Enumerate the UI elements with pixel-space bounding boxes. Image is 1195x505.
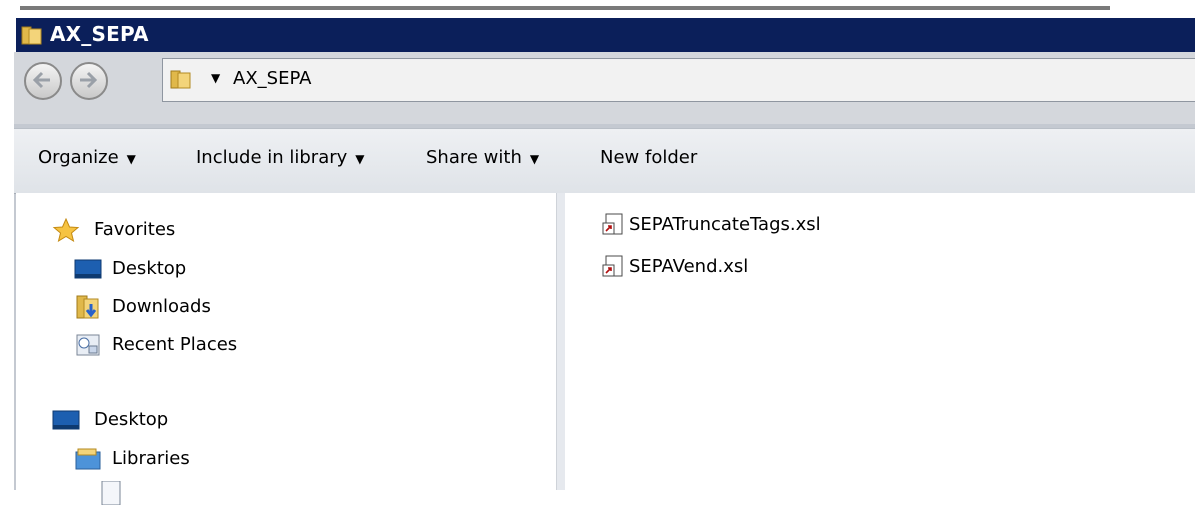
downloads-folder-icon [76,295,99,319]
share-with-label: Share with [426,147,522,168]
arrow-right-icon [80,71,98,89]
file-name: SEPAVend.xsl [629,256,749,277]
star-icon [52,218,80,242]
address-bar[interactable]: ▼ AX_SEPA [162,58,1195,102]
file-name: SEPATruncateTags.xsl [629,214,821,235]
file-list: SEPATruncateTags.xsl SEPAVend.xsl [565,193,1195,490]
organize-label: Organize [38,147,119,168]
nav-item-label: Recent Places [112,334,238,355]
back-button[interactable] [24,62,62,100]
nav-item-label: Downloads [112,296,211,317]
xsl-shortcut-icon [602,213,623,235]
folder-icon [170,70,191,89]
organize-button[interactable]: Organize ▼ [38,147,136,168]
xsl-shortcut-icon [602,255,623,277]
desktop-icon [74,259,102,279]
nav-item-label: Desktop [94,409,169,430]
navigation-pane: Favorites Desktop Downloads Recent Place… [16,193,556,505]
nav-item-label: Libraries [112,448,190,469]
include-in-library-label: Include in library [196,147,348,168]
command-bar: Organize ▼ Include in library ▼ Share with… [14,128,1195,194]
include-in-library-button[interactable]: Include in library ▼ [196,147,365,168]
desktop-icon [52,410,80,430]
libraries-icon [75,448,101,470]
nav-item-label: Desktop [112,258,187,279]
chevron-down-icon[interactable]: ▼ [211,71,220,85]
arrow-left-icon [32,71,50,89]
forward-button[interactable] [70,62,108,100]
window-title: AX_SEPA [50,22,149,46]
chevron-down-icon: ▼ [126,152,136,166]
background-window-border [20,6,1110,10]
new-folder-button[interactable]: New folder [600,147,697,168]
address-path[interactable]: AX_SEPA [233,68,311,89]
documents-icon [101,481,121,505]
nav-item-label: Favorites [94,219,176,240]
title-bar[interactable]: AX_SEPA [16,18,1195,52]
chevron-down-icon: ▼ [529,152,540,166]
recent-places-icon [76,334,100,356]
background-window-strip [0,0,1195,18]
chevron-down-icon: ▼ [355,152,365,166]
new-folder-label: New folder [600,147,698,168]
folder-icon [21,26,42,45]
share-with-button[interactable]: Share with ▼ [426,147,539,168]
